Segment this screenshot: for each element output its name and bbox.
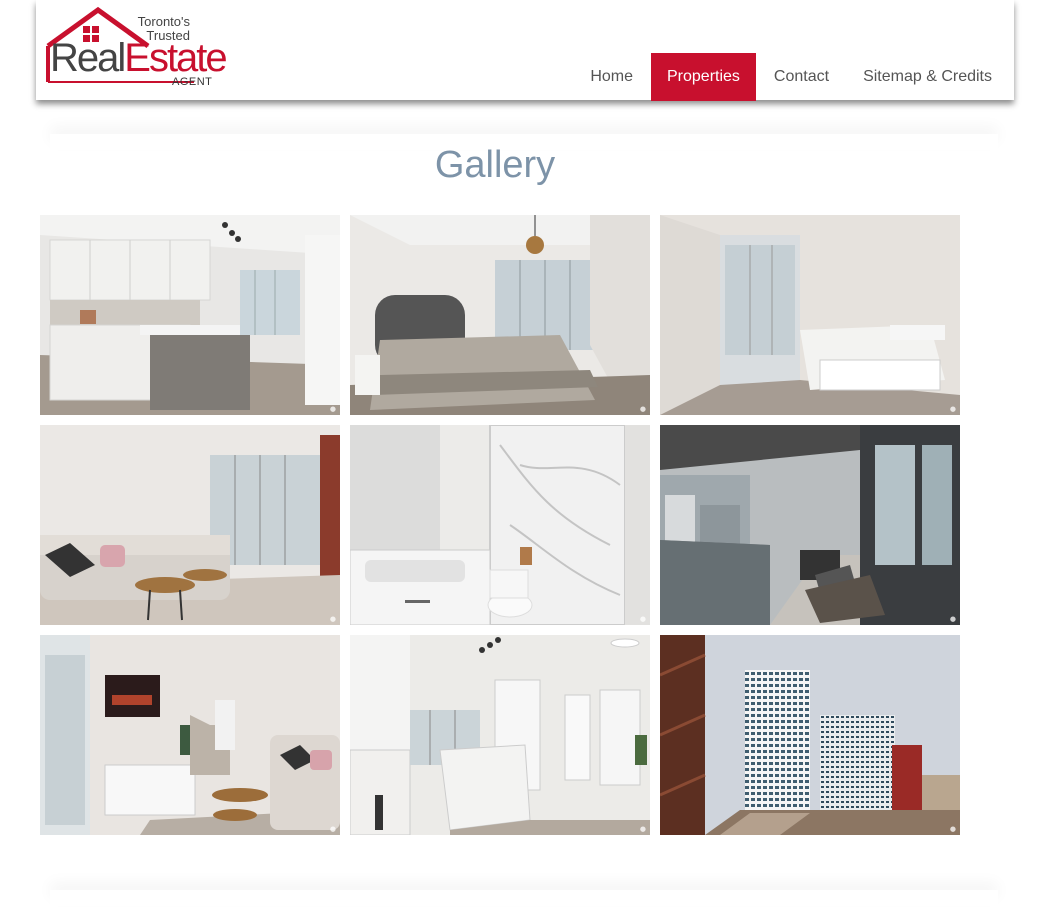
kitchen-island-image: [350, 635, 650, 835]
gallery-title: Gallery: [434, 144, 556, 186]
page: Toronto's Trusted RealEstate AGENT Home …: [0, 0, 1043, 913]
living-room-tv-image: [40, 635, 340, 835]
living-room-photo[interactable]: ●: [40, 425, 340, 625]
logo-estate: Estate: [124, 36, 227, 80]
balcony-image: [660, 425, 960, 625]
photo-watermark: ●: [639, 615, 646, 623]
second-bedroom-photo[interactable]: ●: [660, 215, 960, 415]
photo-watermark: ●: [949, 405, 956, 413]
photo-watermark: ●: [329, 825, 336, 833]
bedroom-image: [350, 215, 650, 415]
living-room-tv-photo[interactable]: ●: [40, 635, 340, 835]
photo-watermark: ●: [949, 825, 956, 833]
photo-watermark: ●: [639, 825, 646, 833]
nav-properties[interactable]: Properties: [651, 53, 756, 101]
photo-watermark: ●: [639, 405, 646, 413]
photo-watermark: ●: [329, 405, 336, 413]
photo-watermark: ●: [329, 615, 336, 623]
photo-watermark: ●: [949, 615, 956, 623]
bedroom-photo[interactable]: ●: [350, 215, 650, 415]
logo-agent: AGENT: [172, 76, 213, 88]
logo-wordmark: RealEstate: [50, 36, 228, 80]
second-bedroom-image: [660, 215, 960, 415]
logo-real: Real: [50, 36, 126, 80]
kitchen-photo[interactable]: ●: [40, 215, 340, 415]
nav-sitemap-credits[interactable]: Sitemap & Credits: [847, 53, 1008, 101]
nav-contact[interactable]: Contact: [758, 53, 845, 101]
site-header: Toronto's Trusted RealEstate AGENT Home …: [36, 0, 1014, 101]
footer-divider: [50, 890, 998, 906]
nav-home[interactable]: Home: [574, 53, 649, 101]
living-room-image: [40, 425, 340, 625]
balcony-photo[interactable]: ●: [660, 425, 960, 625]
bathroom-photo[interactable]: ●: [350, 425, 650, 625]
site-logo[interactable]: Toronto's Trusted RealEstate AGENT: [44, 6, 234, 90]
building-exterior-image: [660, 635, 960, 835]
building-exterior-photo[interactable]: ●: [660, 635, 960, 835]
kitchen-island-photo[interactable]: ●: [350, 635, 650, 835]
main-nav: Home Properties Contact Sitemap & Credit…: [572, 53, 1008, 101]
photo-gallery: ● ● ● ● ● ● ● ● ●: [40, 215, 960, 835]
bathroom-image: [350, 425, 650, 625]
kitchen-image: [40, 215, 340, 415]
